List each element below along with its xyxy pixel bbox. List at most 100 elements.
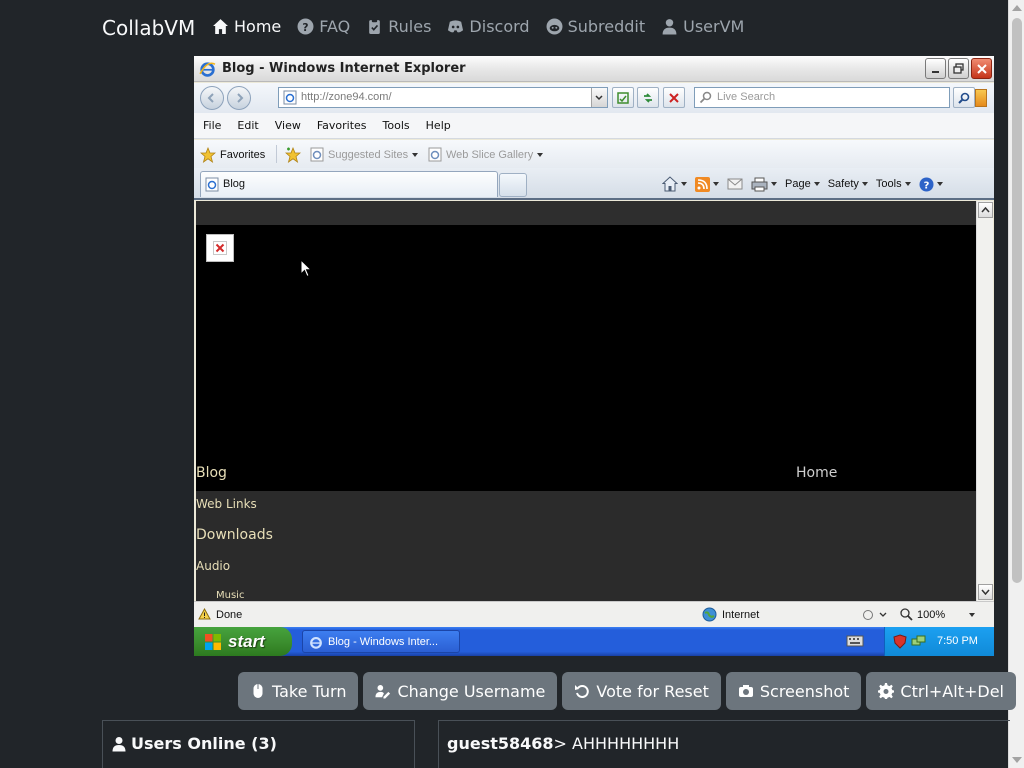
users-online-header: Users Online (3) (111, 734, 277, 753)
scroll-thumb[interactable] (1012, 18, 1022, 583)
scroll-up-arrow[interactable] (1012, 5, 1022, 11)
question-circle-icon: ? (297, 18, 314, 35)
safety-menu[interactable]: Safety (828, 178, 868, 190)
web-slice-gallery-button[interactable]: Web Slice Gallery (428, 147, 544, 162)
svg-text:?: ? (923, 180, 929, 191)
printer-icon (751, 177, 768, 191)
minimize-button[interactable] (925, 58, 946, 79)
rss-icon (695, 176, 710, 192)
new-tab-button[interactable] (499, 173, 527, 197)
menu-view[interactable]: View (275, 119, 301, 132)
security-zone: Internet (722, 609, 760, 621)
broken-image-icon (206, 234, 234, 262)
tab-row: Blog Page Safety Tools ? (194, 168, 994, 200)
favorites-button[interactable]: Favorites (200, 147, 265, 163)
nav-faq[interactable]: ? FAQ (297, 17, 350, 36)
close-button[interactable] (971, 58, 992, 79)
stop-icon (669, 92, 679, 103)
ie-scroll-up[interactable] (978, 202, 993, 218)
compatibility-button[interactable] (612, 87, 634, 108)
add-favorites-button[interactable] (285, 147, 301, 163)
gear-icon (878, 683, 895, 699)
ie-titlebar[interactable]: Blog - Windows Internet Explorer (194, 56, 994, 82)
change-username-button[interactable]: Change Username (363, 672, 558, 710)
undo-icon (575, 685, 590, 698)
address-dropdown[interactable] (591, 88, 607, 107)
page-header-strip (196, 201, 976, 225)
reddit-icon (546, 18, 563, 35)
ctrl-alt-del-button[interactable]: Ctrl+Alt+Del (866, 672, 1016, 710)
ie-scrollbar[interactable] (976, 201, 993, 601)
restore-button[interactable] (948, 58, 969, 79)
restore-icon (953, 63, 964, 74)
forward-button[interactable] (227, 86, 251, 110)
svg-text:?: ? (303, 21, 309, 34)
take-turn-button[interactable]: Take Turn (238, 672, 359, 710)
zoom-control[interactable]: 100% (900, 608, 976, 621)
search-input[interactable]: Live Search (694, 87, 950, 108)
search-button[interactable] (953, 87, 975, 108)
favorites-bar: Favorites Suggested Sites Web Slice Gall… (194, 140, 994, 168)
zoom-icon (900, 608, 913, 621)
sidebar-downloads[interactable]: Downloads (196, 527, 273, 543)
ie-scroll-down[interactable] (978, 584, 993, 600)
refresh-button[interactable] (637, 87, 659, 108)
page-icon (283, 90, 297, 105)
nav-link-blog[interactable]: Blog (196, 465, 227, 481)
security-shield-icon[interactable] (893, 634, 907, 649)
menu-file[interactable]: File (203, 119, 221, 132)
home-icon (213, 19, 228, 34)
web-page-content[interactable]: Blog Home Web Links Downloads Audio Musi… (196, 201, 976, 601)
feeds-button[interactable] (695, 176, 719, 192)
tools-menu[interactable]: Tools (876, 178, 911, 190)
menu-help[interactable]: Help (426, 119, 451, 132)
tab-blog[interactable]: Blog (200, 171, 498, 197)
ie-page-icon (428, 147, 442, 162)
start-button[interactable]: start (194, 627, 292, 656)
nav-rules[interactable]: Rules (366, 17, 431, 36)
search-options-icon[interactable] (975, 89, 987, 107)
back-button[interactable] (200, 86, 224, 110)
vote-reset-button[interactable]: Vote for Reset (562, 672, 721, 710)
network-icon[interactable] (911, 634, 926, 649)
page-scrollbar[interactable] (1008, 0, 1024, 768)
read-mail-button[interactable] (727, 178, 743, 190)
print-button[interactable] (751, 177, 777, 192)
taskbar-item-ie[interactable]: Blog - Windows Inter... (302, 630, 460, 653)
minimize-icon (931, 70, 939, 73)
sidebar-web-links[interactable]: Web Links (196, 497, 257, 511)
help-button[interactable]: ? (919, 177, 943, 192)
nav-link-home[interactable]: Home (796, 465, 837, 481)
keyboard-icon[interactable] (846, 635, 864, 647)
menu-tools[interactable]: Tools (383, 119, 410, 132)
vm-screen[interactable]: Blog - Windows Internet Explorer http://… (194, 56, 994, 656)
chat-username[interactable]: guest58468 (447, 734, 554, 753)
home-button[interactable] (662, 176, 687, 192)
search-icon (958, 92, 970, 104)
suggested-sites-button[interactable]: Suggested Sites (310, 147, 419, 162)
sidebar-music[interactable]: Music (216, 590, 244, 601)
nav-uservm[interactable]: UserVM (661, 17, 744, 36)
page-menu[interactable]: Page (785, 178, 820, 190)
warning-icon (198, 608, 211, 620)
brand-logo[interactable]: CollabVM (102, 16, 195, 40)
nav-discord[interactable]: Discord (447, 17, 530, 36)
protected-mode-icon[interactable] (862, 608, 888, 621)
stop-button[interactable] (663, 87, 685, 108)
ie-logo-icon (199, 62, 216, 77)
menu-favorites[interactable]: Favorites (317, 119, 367, 132)
menu-edit[interactable]: Edit (237, 119, 258, 132)
address-text: http://zone94.com/ (301, 91, 392, 103)
live-search-icon (699, 91, 712, 104)
user-edit-icon (375, 685, 391, 699)
ie-page-icon (310, 147, 324, 162)
camera-icon (738, 685, 753, 697)
screenshot-button[interactable]: Screenshot (725, 672, 862, 710)
nav-subreddit[interactable]: Subreddit (546, 17, 645, 36)
clock[interactable]: 7:50 PM (937, 635, 978, 647)
sidebar-audio[interactable]: Audio (196, 559, 230, 573)
address-field[interactable]: http://zone94.com/ (278, 87, 608, 108)
command-bar: Page Safety Tools ? (662, 176, 943, 192)
scroll-down-arrow[interactable] (1012, 757, 1022, 763)
nav-home[interactable]: Home (212, 17, 281, 36)
